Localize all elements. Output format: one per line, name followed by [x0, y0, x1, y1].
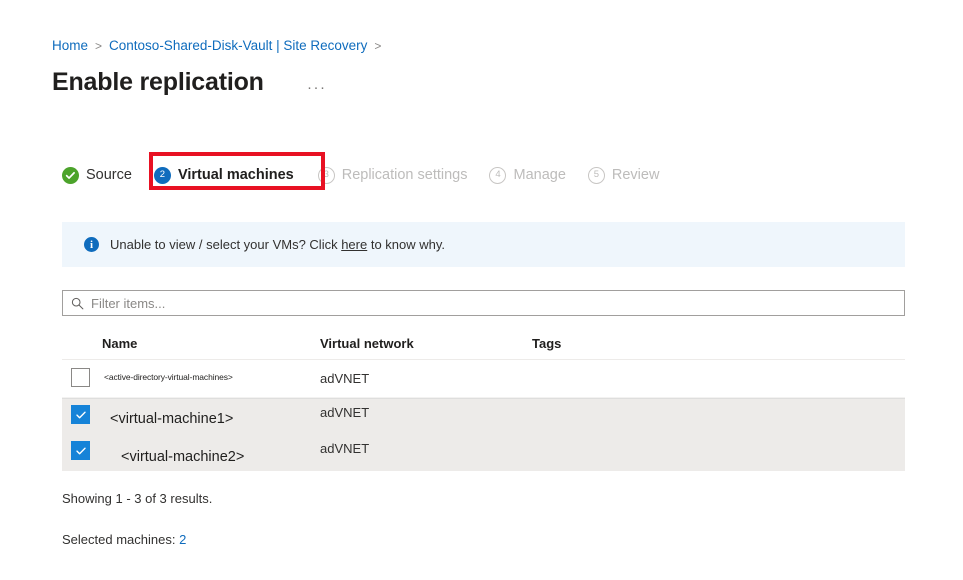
breadcrumb-item-home[interactable]: Home [52, 37, 88, 55]
row-checkbox-cell[interactable] [62, 360, 102, 387]
step-number-badge: 2 [154, 167, 171, 184]
selected-machines-text: Selected machines: 2 [62, 532, 186, 547]
vm-table: Name Virtual network Tags <active-direct… [62, 328, 905, 471]
breadcrumb: Home > Contoso-Shared-Disk-Vault | Site … [52, 37, 388, 55]
row-checkbox-checked[interactable] [71, 405, 90, 424]
tab-label-source: Source [86, 167, 132, 183]
row-checkbox-unchecked[interactable] [71, 368, 90, 387]
filter-input-wrapper[interactable] [62, 290, 905, 316]
tab-label-review: Review [612, 167, 660, 183]
column-header-virtual-network[interactable]: Virtual network [320, 336, 532, 351]
info-banner-text-after: to know why. [367, 237, 445, 252]
step-number-badge: 5 [588, 167, 605, 184]
info-banner: i Unable to view / select your VMs? Clic… [62, 222, 905, 267]
results-count-text: Showing 1 - 3 of 3 results. [62, 491, 212, 506]
info-icon: i [84, 237, 99, 252]
info-banner-text-before: Unable to view / select your VMs? Click [110, 237, 341, 252]
column-header-name[interactable]: Name [102, 336, 320, 351]
tab-replication-settings[interactable]: 3 Replication settings [318, 160, 468, 190]
row-checkbox-cell[interactable] [62, 435, 102, 460]
cell-name: <virtual-machine2> [121, 449, 320, 465]
breadcrumb-separator: > [95, 37, 102, 55]
tab-source[interactable]: Source [62, 160, 132, 190]
row-checkbox-checked[interactable] [71, 441, 90, 460]
tab-label-manage: Manage [513, 167, 565, 183]
filter-input[interactable] [91, 293, 904, 313]
cell-name: <active-directory-virtual-machines> [104, 372, 320, 382]
tab-review[interactable]: 5 Review [588, 160, 660, 190]
table-row[interactable]: <virtual-machine1> adVNET [62, 398, 905, 435]
cell-virtual-network: adVNET [320, 441, 532, 456]
more-options-icon[interactable]: ··· [303, 76, 331, 100]
step-number-badge: 4 [489, 167, 506, 184]
selected-machines-label: Selected machines: [62, 532, 179, 547]
table-row[interactable]: <virtual-machine2> adVNET [62, 435, 905, 471]
info-banner-link[interactable]: here [341, 237, 367, 252]
step-number-badge: 3 [318, 167, 335, 184]
tab-label-virtual-machines: Virtual machines [178, 167, 294, 183]
selected-machines-count[interactable]: 2 [179, 532, 186, 547]
info-banner-text: Unable to view / select your VMs? Click … [110, 237, 445, 252]
page-title: Enable replication [52, 66, 264, 98]
table-row[interactable]: <active-directory-virtual-machines> adVN… [62, 360, 905, 398]
breadcrumb-separator: > [374, 37, 381, 55]
tab-virtual-machines[interactable]: 2 Virtual machines [154, 160, 294, 190]
cell-virtual-network: adVNET [320, 405, 532, 420]
tab-label-replication-settings: Replication settings [342, 167, 468, 183]
wizard-steps: Source 2 Virtual machines 3 Replication … [62, 160, 659, 190]
column-header-tags[interactable]: Tags [532, 336, 905, 351]
cell-name: <virtual-machine1> [110, 411, 320, 427]
check-circle-icon [62, 167, 79, 184]
table-header-row: Name Virtual network Tags [62, 328, 905, 360]
breadcrumb-item-vault[interactable]: Contoso-Shared-Disk-Vault | Site Recover… [109, 37, 367, 55]
row-checkbox-cell[interactable] [62, 399, 102, 424]
cell-virtual-network: adVNET [320, 371, 532, 386]
search-icon [71, 297, 84, 310]
tab-manage[interactable]: 4 Manage [489, 160, 565, 190]
